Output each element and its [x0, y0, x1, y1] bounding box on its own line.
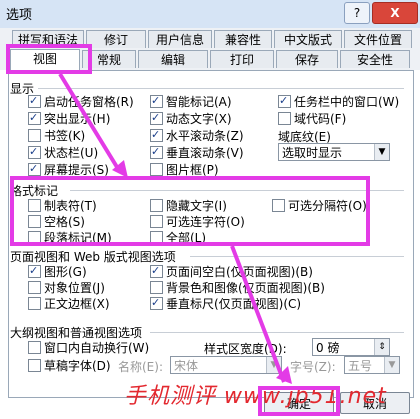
annotation-arrows — [58, 72, 292, 384]
arrow-to-format — [58, 72, 122, 174]
arrow-to-ok — [230, 245, 286, 383]
